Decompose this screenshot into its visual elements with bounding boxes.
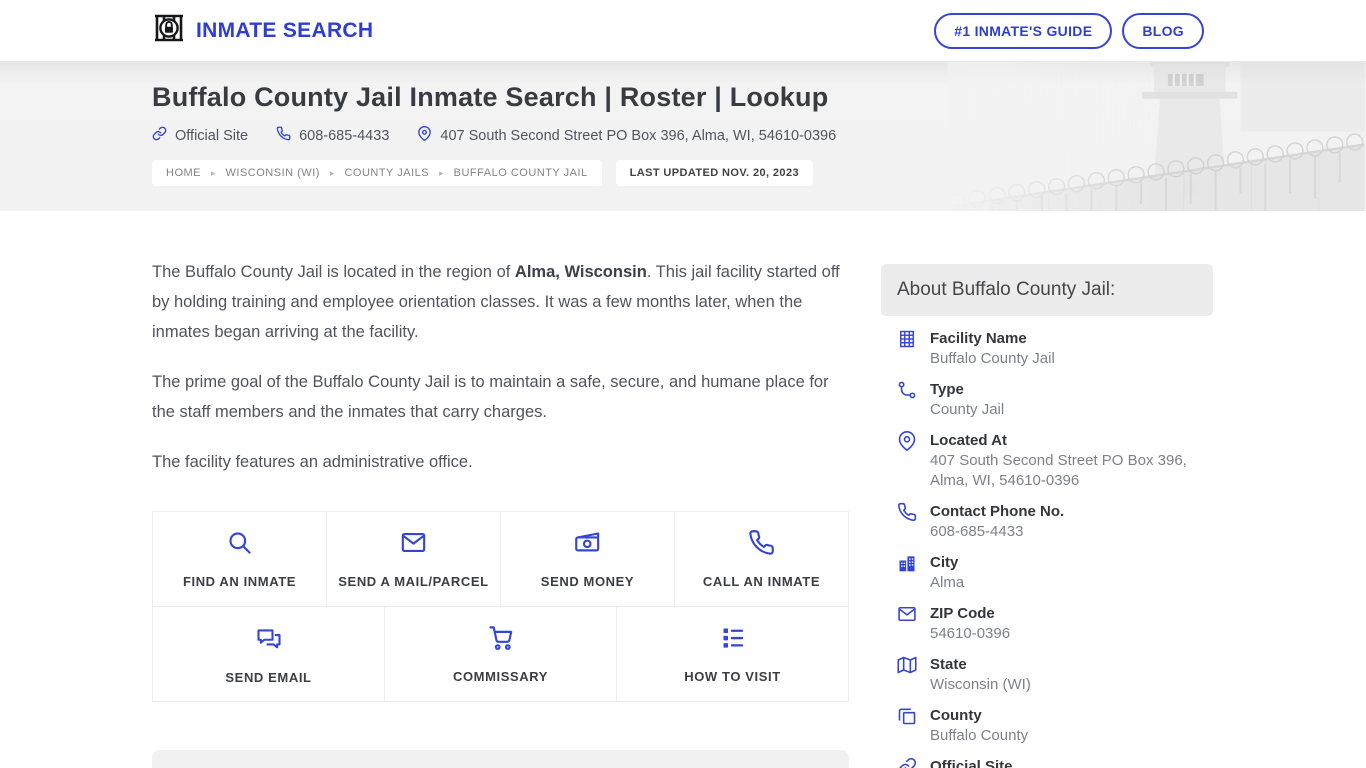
- paragraph-1: The Buffalo County Jail is located in th…: [152, 263, 840, 341]
- paragraph-2: The prime goal of the Buffalo County Jai…: [152, 373, 829, 421]
- link-icon: [897, 756, 917, 768]
- info-value: 608-685-4433: [930, 523, 1024, 540]
- page-content: The Buffalo County Jail is located in th…: [0, 211, 1366, 768]
- chat-icon: [255, 624, 283, 657]
- card-label: COMMISSARY: [452, 669, 549, 684]
- next-section-header: [152, 750, 849, 768]
- card-label: SEND EMAIL: [225, 669, 312, 685]
- inmates-guide-button[interactable]: #1 INMATE'S GUIDE: [934, 12, 1113, 49]
- city-icon: [897, 552, 917, 593]
- info-value: 407 South Second Street PO Box 396, Alma…: [930, 452, 1187, 489]
- street-address: 407 South Second Street PO Box 396, Alma…: [440, 127, 837, 144]
- state-row: State Wisconsin (WI): [897, 654, 1213, 695]
- how-to-visit-card[interactable]: HOW TO VISIT: [617, 607, 849, 702]
- card-label: FIND AN INMATE: [182, 574, 297, 589]
- breadcrumb-arrow-icon: ▸: [329, 167, 335, 178]
- main-column: The Buffalo County Jail is located in th…: [152, 211, 849, 768]
- sidebar-title: About Buffalo County Jail:: [881, 264, 1213, 316]
- facility-info-list: Facility Name Buffalo County Jail Type Cou…: [881, 316, 1213, 768]
- info-value: Alma: [930, 574, 965, 591]
- link-icon: [152, 126, 167, 145]
- county-icon: [897, 705, 917, 746]
- money-icon: [574, 529, 601, 561]
- info-value: County Jail: [930, 401, 1005, 418]
- location-bold-text: Alma, Wisconsin: [514, 263, 647, 281]
- send-money-card[interactable]: SEND MONEY: [501, 512, 675, 607]
- breadcrumb-row: HOME ▸ WISCONSIN (WI) ▸ COUNTY JAILS ▸ B…: [152, 160, 1366, 186]
- info-label: City: [930, 554, 959, 571]
- envelope-icon: [897, 603, 917, 644]
- phone-icon: [897, 501, 917, 542]
- card-label: SEND A MAIL/PARCEL: [338, 574, 489, 589]
- zip-code-row: ZIP Code 54610-0396: [897, 603, 1213, 644]
- address-item: 407 South Second Street PO Box 396, Alma…: [417, 126, 836, 145]
- search-icon: [226, 529, 253, 561]
- type-row: Type County Jail: [897, 379, 1213, 420]
- info-value: Wisconsin (WI): [930, 676, 1031, 693]
- info-label: Official Site: [930, 758, 1013, 768]
- phone-icon: [748, 529, 775, 561]
- official-site-row: Official Site: [897, 756, 1213, 768]
- info-value: Buffalo County Jail: [930, 350, 1055, 367]
- info-label: Type: [930, 381, 964, 398]
- breadcrumb-state[interactable]: WISCONSIN (WI): [226, 167, 320, 179]
- mail-icon: [400, 529, 427, 561]
- jail-bars-lock-icon: [152, 11, 186, 50]
- breadcrumb-arrow-icon: ▸: [439, 167, 444, 178]
- info-label: County: [930, 707, 982, 724]
- card-label: HOW TO VISIT: [684, 669, 781, 684]
- info-label: Facility Name: [930, 330, 1027, 347]
- hero-banner: Buffalo County Jail Inmate Search | Rost…: [0, 62, 1366, 211]
- site-title: INMATE SEARCH: [196, 18, 374, 42]
- info-label: Contact Phone No.: [930, 503, 1065, 520]
- breadcrumb-arrow-icon: ▸: [211, 167, 216, 178]
- county-row: County Buffalo County: [897, 705, 1213, 746]
- action-cards-grid: FIND AN INMATE SEND A MAIL/PARCEL SEND M…: [152, 511, 849, 702]
- facility-name-row: Facility Name Buffalo County Jail: [897, 328, 1213, 369]
- find-an-inmate-card[interactable]: FIND AN INMATE: [153, 512, 327, 607]
- breadcrumb-current-page: BUFFALO COUNTY JAIL: [453, 167, 588, 179]
- info-value: Buffalo County: [930, 727, 1029, 744]
- site-logo[interactable]: INMATE SEARCH: [152, 11, 373, 50]
- send-mail-parcel-card[interactable]: SEND A MAIL/PARCEL: [327, 512, 501, 607]
- call-an-inmate-card[interactable]: CALL AN INMATE: [675, 512, 849, 607]
- official-site-link[interactable]: Official Site: [152, 126, 248, 145]
- phone-icon: [276, 126, 291, 145]
- located-at-row: Located At 407 South Second Street PO Box…: [897, 430, 1213, 491]
- map-icon: [897, 654, 917, 695]
- commissary-card[interactable]: COMMISSARY: [385, 607, 617, 702]
- checklist-icon: [719, 624, 746, 656]
- official-site-label: Official Site: [175, 127, 249, 144]
- card-label: SEND MONEY: [540, 574, 635, 589]
- cart-icon: [487, 624, 514, 656]
- top-navigation-bar: INMATE SEARCH #1 INMATE'S GUIDE BLOG: [0, 0, 1366, 62]
- facility-meta-row: Official Site 608-685-4433 407 South Sec…: [152, 126, 1366, 145]
- breadcrumb: HOME ▸ WISCONSIN (WI) ▸ COUNTY JAILS ▸ B…: [152, 160, 602, 186]
- phone-number: 608-685-4433: [299, 127, 390, 144]
- route-icon: [897, 379, 917, 420]
- info-label: State: [930, 656, 967, 673]
- breadcrumb-county-jails[interactable]: COUNTY JAILS: [344, 167, 429, 179]
- send-email-card[interactable]: SEND EMAIL: [153, 607, 385, 702]
- paragraph-3: The facility features an administrative …: [152, 453, 473, 471]
- info-label: ZIP Code: [930, 605, 995, 622]
- sidebar: About Buffalo County Jail: Facility Name…: [881, 211, 1213, 768]
- contact-phone-row: Contact Phone No. 608-685-4433: [897, 501, 1213, 542]
- map-pin-icon: [897, 430, 917, 491]
- info-value: 54610-0396: [930, 625, 1011, 642]
- card-label: CALL AN INMATE: [702, 574, 821, 589]
- city-row: City Alma: [897, 552, 1213, 593]
- breadcrumb-home[interactable]: HOME: [166, 167, 201, 179]
- phone-link[interactable]: 608-685-4433: [276, 126, 389, 145]
- building-icon: [897, 328, 917, 369]
- blog-button[interactable]: BLOG: [1122, 12, 1204, 49]
- header-buttons: #1 INMATE'S GUIDE BLOG: [934, 12, 1204, 49]
- page-title: Buffalo County Jail Inmate Search | Rost…: [152, 82, 829, 112]
- map-pin-icon: [417, 126, 432, 145]
- facility-description: The Buffalo County Jail is located in th…: [152, 211, 849, 477]
- info-label: Located At: [930, 432, 1007, 449]
- last-updated-badge: LAST UPDATED NOV. 20, 2023: [615, 160, 813, 186]
